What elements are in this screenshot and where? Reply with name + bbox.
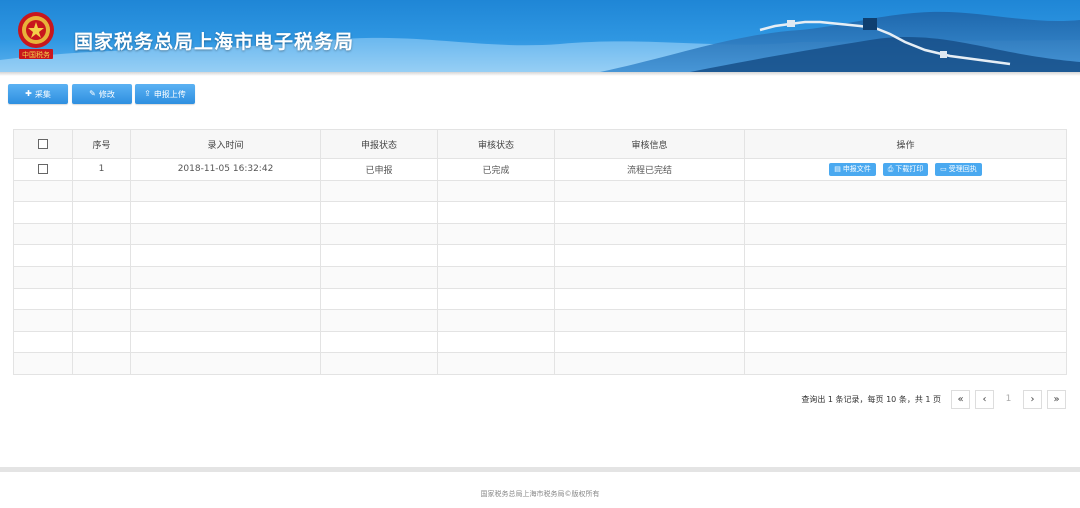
next-page-button[interactable]: › (1023, 389, 1042, 409)
column-header-actions: 操作 (744, 129, 1067, 159)
column-header-review-info: 审核信息 (554, 129, 745, 159)
site-header: 中国税务 国家税务总局上海市电子税务局 (0, 0, 1080, 72)
row-actions: ▤ 申报文件 ⎙ 下载打印 ▭ 受理回执 (744, 158, 1067, 181)
table-row-empty (13, 222, 1067, 246)
emblem-text: 中国税务 (22, 50, 50, 59)
edit-button-label: 修改 (98, 89, 115, 99)
declare-file-label: 申报文件 (842, 165, 871, 174)
declaration-table: 序号 录入时间 申报状态 审核状态 审核信息 操作 1 2018-11-05 1… (13, 129, 1067, 375)
upload-button-label: 申报上传 (153, 89, 186, 99)
receipt-icon: ▭ (940, 165, 947, 174)
tax-emblem-logo: 中国税务 (18, 12, 54, 59)
first-page-button[interactable]: « (951, 389, 970, 409)
print-icon: ⎙ (887, 164, 894, 173)
add-button-label: 采集 (34, 89, 51, 99)
declare-file-button[interactable]: ▤ 申报文件 (829, 162, 876, 176)
footer-copyright: 国家税务总局上海市税务局©版权所有 (480, 490, 600, 498)
column-header-review-status: 审核状态 (437, 129, 555, 159)
add-button[interactable]: ✚ 采集 (8, 84, 68, 104)
pagination: 查询出 1 条记录，每页 10 条，共 1 页 « ‹ 1 › » (801, 389, 1066, 409)
current-page-number[interactable]: 1 (999, 389, 1018, 409)
edit-button[interactable]: ✎ 修改 (72, 84, 132, 104)
table-row-empty (13, 309, 1067, 332)
table-row[interactable]: 1 2018-11-05 16:32:42 已申报 已完成 流程已完结 ▤ 申报… (13, 158, 1067, 181)
upload-icon: ⇪ (144, 89, 151, 98)
plus-icon: ✚ (25, 89, 32, 98)
table-row-empty (13, 352, 1067, 375)
receipt-button[interactable]: ▭ 受理回执 (935, 162, 982, 176)
edit-icon: ✎ (89, 89, 96, 98)
download-print-button[interactable]: ⎙ 下载打印 (882, 162, 929, 176)
receipt-label: 受理回执 (948, 165, 977, 174)
row-checkbox[interactable] (38, 164, 48, 175)
table-row-empty (13, 265, 1067, 289)
table-row-empty (13, 201, 1067, 224)
select-all-checkbox[interactable] (38, 138, 48, 149)
prev-page-button[interactable]: ‹ (975, 389, 994, 409)
select-all-cell (13, 129, 73, 159)
table-row-empty (13, 244, 1067, 267)
table-row-empty (13, 330, 1067, 354)
file-icon: ▤ (834, 165, 841, 174)
header-divider (0, 72, 1080, 76)
pagination-info: 查询出 1 条记录，每页 10 条，共 1 页 (801, 394, 941, 404)
footer-divider (0, 467, 1080, 472)
column-header-time: 录入时间 (130, 129, 321, 159)
row-time: 2018-11-05 16:32:42 (130, 158, 321, 181)
row-select-cell (13, 158, 73, 181)
table-header-row: 序号 录入时间 申报状态 审核状态 审核信息 操作 (13, 129, 1067, 159)
row-review-info: 流程已完结 (554, 158, 745, 181)
table-row-empty (13, 287, 1067, 311)
column-header-declare-status: 申报状态 (320, 129, 438, 159)
row-index: 1 (72, 158, 131, 181)
download-print-label: 下载打印 (895, 165, 924, 174)
site-title: 国家税务总局上海市电子税务局 (74, 31, 355, 53)
last-page-button[interactable]: » (1047, 389, 1066, 409)
row-review-status: 已完成 (437, 158, 555, 181)
column-header-index: 序号 (72, 129, 131, 159)
upload-button[interactable]: ⇪ 申报上传 (135, 84, 195, 104)
row-declare-status: 已申报 (320, 158, 438, 181)
table-row-empty (13, 179, 1067, 203)
